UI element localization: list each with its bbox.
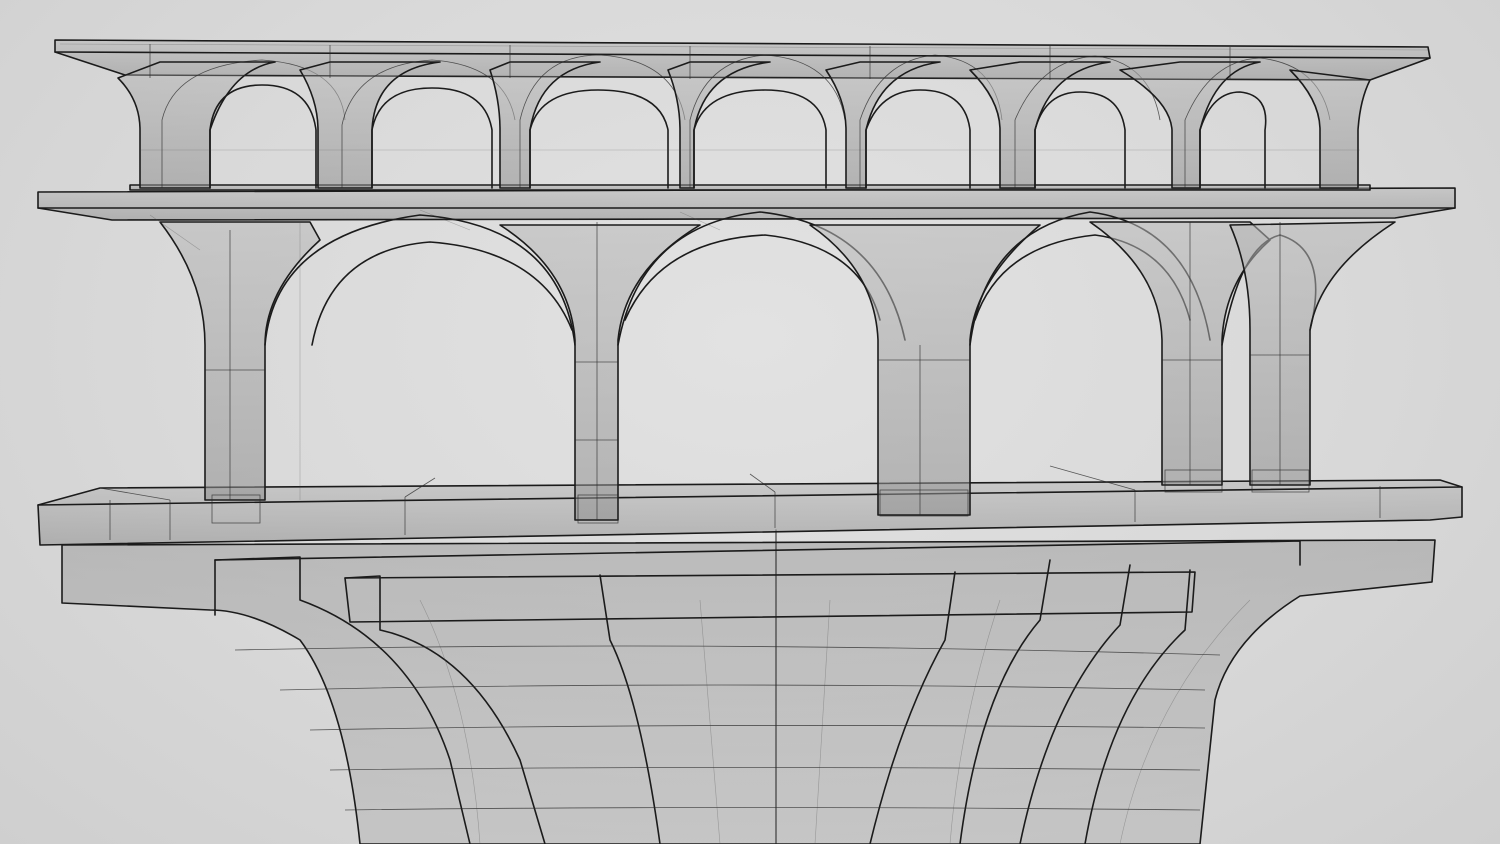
top-arcade xyxy=(54,39,1431,191)
aqueduct-model xyxy=(37,39,1463,844)
lower-base xyxy=(61,529,1436,844)
middle-arcade xyxy=(37,187,1456,521)
render-viewport xyxy=(0,0,1500,844)
